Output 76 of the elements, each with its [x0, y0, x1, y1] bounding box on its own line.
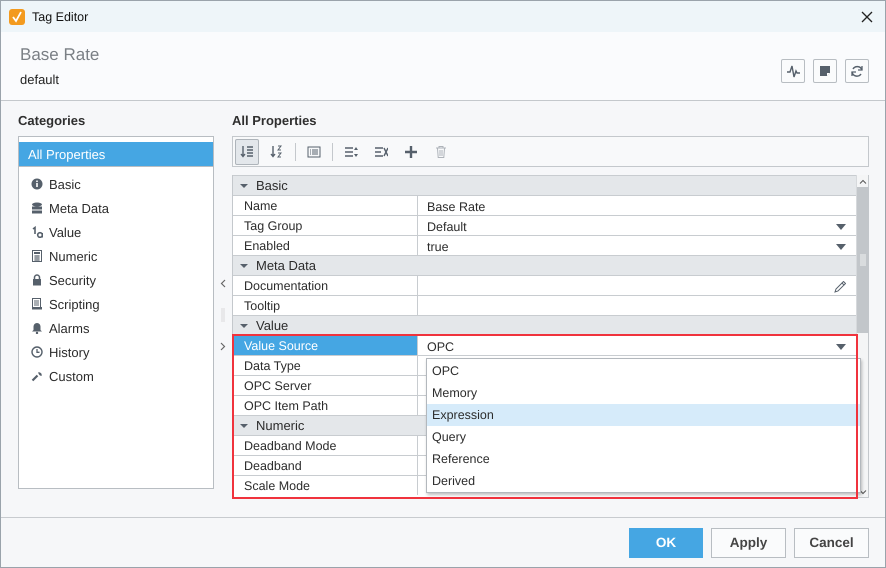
property-value: Base Rate	[427, 200, 486, 214]
close-icon	[861, 10, 873, 22]
refresh-icon	[850, 64, 864, 78]
note-icon	[818, 64, 832, 78]
trash-icon	[434, 144, 448, 158]
section-header[interactable]: Value	[233, 315, 856, 335]
collapse-triangle-icon	[240, 262, 248, 270]
property-name[interactable]: Scale Mode	[233, 475, 418, 495]
document-icon	[31, 298, 43, 310]
info-icon	[31, 178, 43, 190]
tool-button[interactable]	[845, 59, 869, 83]
dropdown-option[interactable]: Expression	[427, 404, 860, 426]
number-letter-icon	[31, 226, 43, 238]
expand-right-icon[interactable]	[220, 342, 226, 350]
property-name[interactable]: OPC Server	[233, 375, 418, 395]
category-item[interactable]: Alarms	[19, 316, 213, 340]
pulse-icon	[786, 64, 800, 78]
categories-title: Categories	[18, 113, 86, 130]
category-item[interactable]: Basic	[19, 172, 213, 196]
tag-name: Base Rate	[20, 45, 100, 65]
category-item[interactable]: Numeric	[19, 244, 213, 268]
lock-icon	[31, 274, 43, 286]
property-name[interactable]: Deadband Mode	[233, 435, 418, 455]
section-header[interactable]: Meta Data	[233, 255, 856, 275]
category-item[interactable]: Custom	[19, 364, 213, 388]
window-title: Tag Editor	[32, 10, 90, 24]
pencil-icon[interactable]	[834, 280, 846, 292]
property-name[interactable]: Name	[233, 195, 418, 215]
dialog-button[interactable]: Apply	[711, 528, 786, 558]
app-icon	[9, 8, 25, 24]
toolbar-button[interactable]	[235, 138, 259, 164]
collapse-all-icon	[374, 144, 388, 158]
calculator-icon	[31, 250, 43, 262]
dropdown-option[interactable]: Derived	[427, 470, 860, 492]
wrench-icon	[31, 370, 43, 382]
collapse-triangle-icon	[240, 422, 248, 430]
category-item[interactable]: Meta Data	[19, 196, 213, 220]
property-value: Default	[427, 220, 467, 234]
tool-button[interactable]	[813, 59, 837, 83]
dropdown-option[interactable]: OPC	[427, 360, 860, 382]
collapse-triangle-icon	[240, 322, 248, 330]
collapse-left-icon[interactable]	[220, 278, 226, 288]
dialog-button[interactable]: Cancel	[794, 528, 869, 558]
grip-icon	[860, 254, 866, 266]
category-item[interactable]: History	[19, 340, 213, 364]
section-header[interactable]: Basic	[233, 175, 856, 195]
dropdown-arrow-icon[interactable]	[836, 344, 846, 350]
dropdown-option[interactable]: Memory	[427, 382, 860, 404]
expand-all-icon	[344, 144, 358, 158]
dropdown-arrow-icon[interactable]	[836, 244, 846, 250]
add-icon	[404, 144, 418, 158]
tool-button[interactable]	[781, 59, 805, 83]
category-item[interactable]: Scripting	[19, 292, 213, 316]
scroll-thumb[interactable]	[856, 187, 868, 333]
list-icon	[307, 144, 321, 158]
collapse-triangle-icon	[240, 182, 248, 190]
tag-provider: default	[20, 72, 60, 87]
database-icon	[31, 202, 43, 214]
dropdown-option[interactable]: Query	[427, 426, 860, 448]
dropdown-option[interactable]: Reference	[427, 448, 860, 470]
dropdown-arrow-icon[interactable]	[836, 224, 846, 230]
property-name[interactable]: Documentation	[233, 275, 418, 295]
property-name[interactable]: Data Type	[233, 355, 418, 375]
clock-icon	[31, 346, 43, 358]
bell-icon	[31, 322, 43, 334]
sort-icon	[240, 144, 254, 158]
property-value: true	[427, 240, 449, 254]
category-item[interactable]: Value	[19, 220, 213, 244]
sort-alpha-icon	[270, 144, 284, 158]
scroll-down-icon[interactable]	[858, 490, 866, 495]
category-item[interactable]: Security	[19, 268, 213, 292]
properties-title: All Properties	[232, 113, 318, 130]
property-name[interactable]: Deadband	[233, 455, 418, 475]
property-name[interactable]: Tag Group	[233, 215, 418, 235]
property-value: OPC	[427, 340, 454, 354]
scroll-up-icon[interactable]	[858, 179, 866, 184]
